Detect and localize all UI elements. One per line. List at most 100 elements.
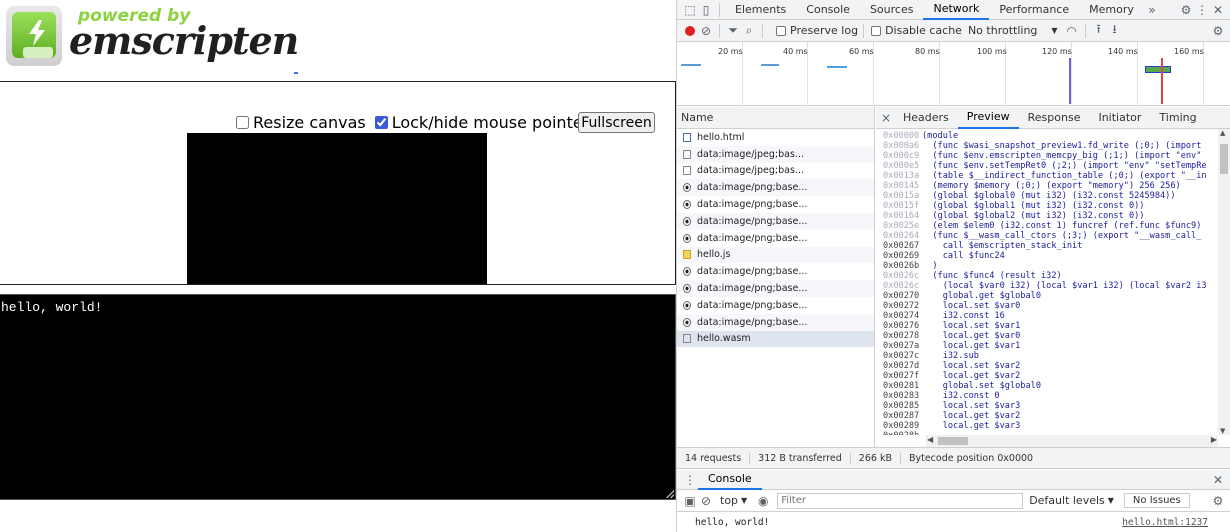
chevron-down-icon[interactable]: ▼ [741, 496, 747, 505]
file-icon [683, 149, 691, 159]
tab-response[interactable]: Response [1019, 107, 1090, 129]
vertical-scrollbar[interactable]: ▲ ▼ [1218, 129, 1230, 435]
export-har-icon[interactable]: ⭳ [1107, 22, 1123, 39]
filter-icon[interactable]: ⏷ [725, 23, 741, 39]
code-text: local.set $var1 [922, 321, 1021, 331]
detail-tabbar: × Headers Preview Response Initiator Tim… [876, 107, 1230, 129]
search-icon[interactable]: ⌕ [741, 23, 757, 39]
preserve-log-checkbox[interactable] [776, 25, 786, 36]
device-toolbar-icon[interactable]: ▯ [698, 2, 714, 18]
settings-gear-icon[interactable]: ⚙ [1178, 2, 1194, 18]
chevron-down-icon[interactable]: ▼ [1051, 26, 1057, 35]
code-line: 0x00264 (func $__wasm_call_ctors (;3;) (… [876, 231, 1218, 241]
lock-pointer-option[interactable]: Lock/hide mouse pointer [374, 113, 589, 132]
name-column-header[interactable]: Name [677, 107, 874, 129]
inspect-element-icon[interactable]: ⬚ [682, 2, 698, 18]
tab-preview[interactable]: Preview [957, 107, 1019, 129]
log-levels-select[interactable]: Default levels [1029, 494, 1105, 507]
record-icon[interactable] [682, 23, 698, 39]
close-devtools-icon[interactable]: ✕ [1210, 2, 1226, 18]
code-offset: 0x00289 [883, 421, 920, 431]
tab-console-drawer[interactable]: Console [698, 470, 762, 490]
more-tabs-icon[interactable]: » [1144, 2, 1160, 18]
more-options-icon[interactable]: ⋮ [1194, 2, 1210, 18]
tab-memory[interactable]: Memory [1079, 0, 1144, 20]
file-icon [683, 334, 691, 344]
code-offset: 0x00283 [883, 391, 920, 401]
clear-icon[interactable]: ⊘ [698, 23, 714, 39]
request-row[interactable]: hello.js [677, 246, 874, 264]
code-line: 0x00272 local.set $var0 [876, 301, 1218, 311]
resize-canvas-option[interactable]: Resize canvas [236, 113, 366, 132]
code-line: 0x000e5 (func $env.setTempRet0 (;2;) (im… [876, 161, 1218, 171]
wasm-disassembly[interactable]: 0x00000 (module 0x000a6 (func $wasi_snapsh… [876, 129, 1218, 435]
request-row[interactable]: data:image/png;base... [677, 230, 874, 247]
image-icon [683, 267, 691, 277]
request-row[interactable]: data:image/png;base... [677, 179, 874, 197]
timeline-bar [681, 64, 701, 66]
import-har-icon[interactable]: ⭱ [1091, 22, 1107, 39]
tab-timing[interactable]: Timing [1150, 107, 1205, 129]
tab-headers[interactable]: Headers [894, 107, 958, 129]
code-text: (func $env.emscripten_memcpy_big (;1;) (… [922, 151, 1202, 161]
request-row[interactable]: data:image/jpeg;bas... [677, 163, 874, 180]
console-filter-input[interactable] [777, 492, 1024, 509]
resize-grip[interactable] [666, 490, 674, 498]
request-row[interactable]: hello.html [677, 129, 874, 146]
code-offset: 0x00269 [883, 251, 920, 261]
disable-cache-checkbox[interactable] [871, 25, 882, 36]
tab-sources[interactable]: Sources [860, 0, 924, 20]
request-detail: × Headers Preview Response Initiator Tim… [876, 107, 1230, 447]
emscripten-canvas[interactable] [187, 133, 487, 284]
code-offset: 0x00285 [883, 401, 920, 411]
request-rows: hello.html data:image/jpeg;bas... data:i… [677, 129, 874, 348]
code-text: (global $global1 (mut i32) (i32.const 0)… [922, 201, 1145, 211]
code-text: local.get $var3 [922, 421, 1021, 431]
sidebar-toggle-icon[interactable]: ▣ [682, 493, 698, 509]
tab-network[interactable]: Network [923, 0, 990, 20]
network-settings-icon[interactable]: ⚙ [1210, 23, 1226, 39]
chevron-down-icon[interactable]: ▼ [1108, 496, 1114, 505]
code-offset: 0x00264 [883, 231, 920, 241]
context-select[interactable]: top [720, 494, 738, 507]
code-offset: 0x000c9 [883, 151, 920, 161]
fullscreen-button[interactable]: Fullscreen [578, 112, 655, 133]
close-detail-icon[interactable]: × [878, 110, 894, 126]
lock-pointer-checkbox[interactable] [374, 115, 388, 129]
console-settings-icon[interactable]: ⚙ [1210, 493, 1226, 509]
horizontal-scrollbar[interactable]: ◀ ▶ [926, 435, 1218, 447]
wifi-conditions-icon[interactable]: ◠ [1064, 23, 1080, 39]
devtools-tabbar: ⬚ ▯ Elements Console Sources Network Per… [677, 0, 1230, 20]
code-line: 0x0026b ) [876, 261, 1218, 271]
throttling-select[interactable]: No throttling [968, 24, 1037, 37]
eye-icon[interactable]: ◉ [755, 493, 771, 509]
script-icon [683, 250, 691, 260]
output-textarea[interactable]: hello, world! [0, 294, 676, 500]
resize-canvas-checkbox[interactable] [236, 115, 249, 129]
close-drawer-icon[interactable]: ✕ [1210, 472, 1226, 488]
issues-button[interactable]: No Issues [1123, 493, 1190, 508]
console-source-link[interactable]: hello.html:1237 [1122, 517, 1208, 528]
code-line: 0x00000 (module [876, 131, 1218, 141]
request-row[interactable]: data:image/png;base... [677, 313, 874, 331]
network-statusbar: 14 requests 312 B transferred 266 kB Byt… [677, 447, 1230, 469]
request-row[interactable]: data:image/png;base... [677, 297, 874, 314]
request-row-selected[interactable]: hello.wasm [677, 330, 874, 348]
request-row[interactable]: data:image/png;base... [677, 263, 874, 280]
request-row[interactable]: data:image/png;base... [677, 196, 874, 213]
code-text: local.get $var2 [922, 371, 1021, 381]
tab-elements[interactable]: Elements [725, 0, 796, 20]
resize-canvas-label: Resize canvas [253, 112, 366, 132]
request-row[interactable]: data:image/jpeg;bas... [677, 145, 874, 163]
network-overview[interactable]: 20 ms 40 ms 60 ms 80 ms 100 ms 120 ms 14… [677, 42, 1230, 106]
tab-performance[interactable]: Performance [989, 0, 1079, 20]
tab-console[interactable]: Console [796, 0, 860, 20]
drawer-menu-icon[interactable]: ⋮ [682, 472, 698, 488]
tab-initiator[interactable]: Initiator [1089, 107, 1150, 129]
request-row[interactable]: data:image/png;base... [677, 212, 874, 230]
clear-console-icon[interactable]: ⊘ [698, 493, 714, 509]
request-row[interactable]: data:image/png;base... [677, 280, 874, 297]
network-toolbar: ⊘ ⏷ ⌕ Preserve log Disable cache No thro… [677, 20, 1230, 42]
code-text: local.set $var3 [922, 401, 1021, 411]
code-line: 0x00287 local.get $var2 [876, 411, 1218, 421]
